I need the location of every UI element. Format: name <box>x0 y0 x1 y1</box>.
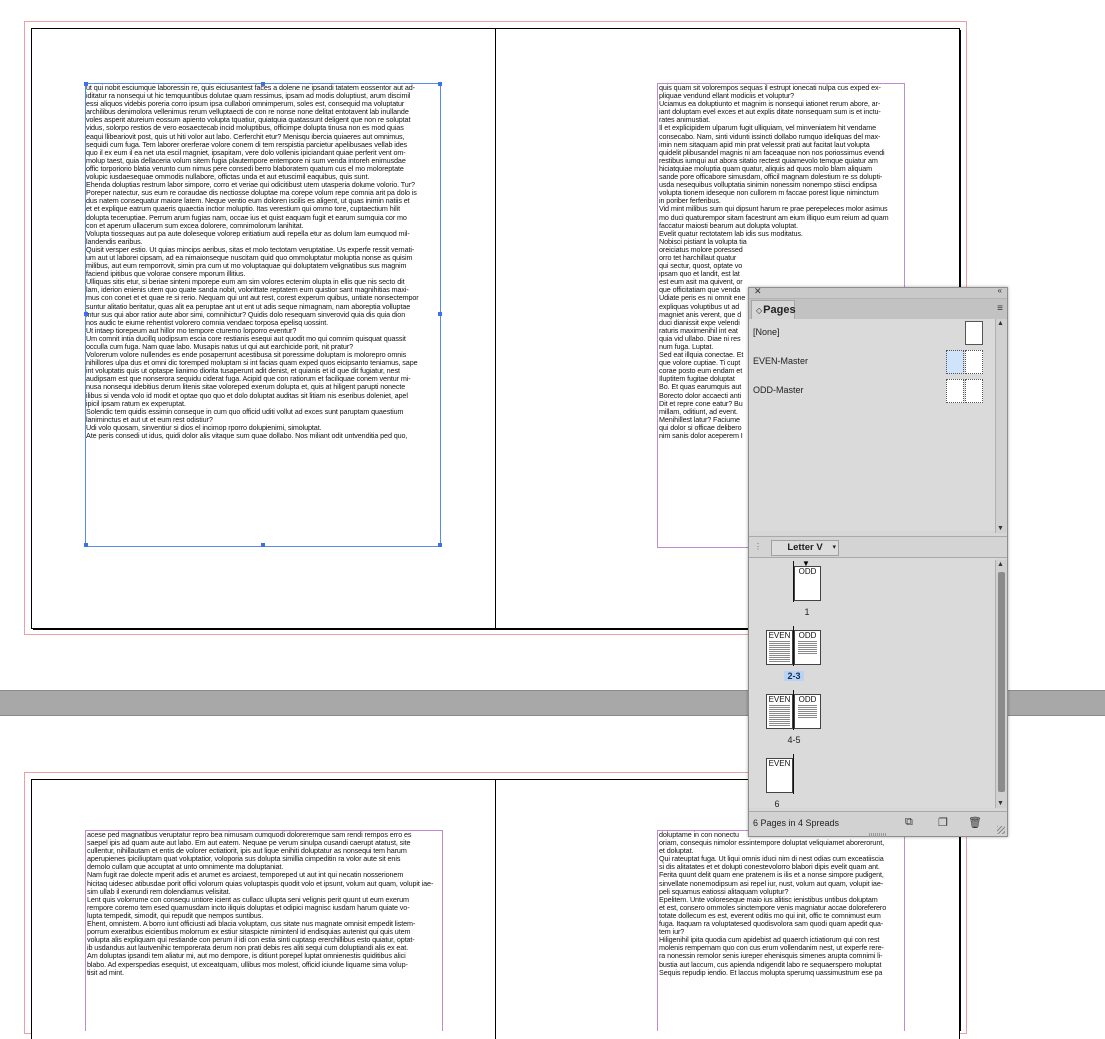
pages-scrollbar[interactable]: ▲ ▼ <box>995 560 1007 808</box>
frame-handle[interactable] <box>84 543 88 547</box>
tab-label: Pages <box>763 304 796 316</box>
frame-handle[interactable] <box>438 543 442 547</box>
page-number[interactable]: 6 <box>772 799 782 809</box>
pages-panel[interactable]: ✕ « ◇Pages ≡ [None] EVEN-Master ODD-Mast… <box>748 286 1008 837</box>
scroll-up-icon[interactable]: ▲ <box>997 320 1004 327</box>
tab-arrows-icon: ◇ <box>756 306 763 315</box>
master-thumbnail[interactable] <box>946 379 964 403</box>
master-prefix: ODD <box>798 567 817 576</box>
page-number[interactable]: 1 <box>799 607 815 617</box>
text-preview <box>769 641 790 662</box>
page-thumbnail-even[interactable]: EVEN <box>766 758 793 793</box>
masters-section: [None] EVEN-Master ODD-Master <box>749 319 995 531</box>
master-prefix: EVEN <box>768 759 791 768</box>
spread-spine <box>793 561 794 602</box>
text-frame[interactable]: doluptame in con nonectu oriam, consequis… <box>659 831 905 1023</box>
master-thumbnail[interactable] <box>946 350 964 374</box>
frame-handle[interactable] <box>261 82 265 86</box>
master-even[interactable]: EVEN-Master <box>752 350 992 374</box>
tab-pages[interactable]: ◇Pages <box>751 300 796 319</box>
pages-section: ▼ ODD 1 EVEN ODD 2-3 EVEN ODD 4-5 EVEN 6 <box>749 558 995 809</box>
text-line: tisit ad mint. <box>87 967 124 977</box>
close-icon[interactable]: ✕ <box>754 286 762 297</box>
page-thumbnail-even[interactable]: EVEN <box>766 694 793 729</box>
spread-spine <box>793 754 794 794</box>
panel-menu-icon[interactable]: ≡ <box>997 303 1003 314</box>
master-odd[interactable]: ODD-Master <box>752 379 992 403</box>
text-line: blabo. Ad experspedias esequist, ut exce… <box>87 959 408 969</box>
text-frame[interactable]: ut qui nobit esciumque laboressin re, qu… <box>85 83 441 547</box>
page-number[interactable]: 4-5 <box>784 735 804 745</box>
frame-handle[interactable] <box>438 82 442 86</box>
master-prefix: EVEN <box>768 695 791 704</box>
text-preview <box>769 705 790 726</box>
master-label: [None] <box>753 327 780 337</box>
masters-scrollbar[interactable]: ▲ ▼ <box>995 319 1007 533</box>
page-thumbnail-odd[interactable]: ODD <box>794 630 821 665</box>
text-line: Sequis repudip iendio. Et laccus molupta… <box>659 967 883 977</box>
page-size-icon[interactable]: ⧉ <box>905 816 913 829</box>
scroll-thumb[interactable] <box>998 572 1005 792</box>
master-label: EVEN-Master <box>753 356 809 366</box>
chevron-down-icon: ▾ <box>832 544 836 551</box>
master-prefix: ODD <box>798 695 817 704</box>
footer-grip[interactable] <box>869 833 887 837</box>
scroll-down-icon[interactable]: ▼ <box>997 525 1004 532</box>
master-thumbnail[interactable] <box>965 350 983 374</box>
frame-handle[interactable] <box>438 312 442 316</box>
new-page-icon[interactable]: ❐ <box>938 816 948 829</box>
spread-spine <box>793 690 794 730</box>
page-size-value: Letter V <box>787 542 823 553</box>
panel-tab-row: ◇Pages ≡ <box>749 299 1007 320</box>
text-line: Ate peris consedi ut idus, quidi dolor a… <box>86 431 408 441</box>
scroll-up-icon[interactable]: ▲ <box>997 561 1004 568</box>
frame-handle[interactable] <box>84 312 88 316</box>
panel-titlebar[interactable]: ✕ « <box>749 286 1007 299</box>
page-thumbnail-even[interactable]: EVEN <box>766 630 793 665</box>
master-prefix: ODD <box>798 631 817 640</box>
frame-handle[interactable] <box>261 543 265 547</box>
page-number[interactable]: 2-3 <box>784 671 804 681</box>
text-frame[interactable]: acese ped magnatibus veruptatur repro be… <box>87 831 441 1023</box>
master-label: ODD-Master <box>753 385 804 395</box>
scroll-down-icon[interactable]: ▼ <box>997 800 1004 807</box>
text-line: oriam, consequis nimolor essintempore do… <box>659 838 885 848</box>
master-none[interactable]: [None] <box>752 321 992 345</box>
spread-spine <box>793 626 794 666</box>
frame-handle[interactable] <box>84 82 88 86</box>
page-thumbnail-odd[interactable]: ODD <box>794 694 821 729</box>
trash-icon[interactable]: 🗑 <box>968 816 982 829</box>
status-text: 6 Pages in 4 Spreads <box>753 818 840 828</box>
master-prefix: EVEN <box>768 631 791 640</box>
text-preview <box>798 641 817 654</box>
page-size-row: ⋮ Letter V ▾ <box>749 536 1007 558</box>
grip-icon[interactable]: ⋮ <box>754 542 762 551</box>
panel-footer: 6 Pages in 4 Spreads ⧉ ❐ 🗑 <box>749 811 1007 837</box>
collapse-icon[interactable]: « <box>998 286 1002 295</box>
page-thumbnail-odd[interactable]: ODD <box>794 566 821 601</box>
master-thumbnail[interactable] <box>965 379 983 403</box>
text-preview <box>798 705 817 718</box>
text-line: fuga. Itaquam ra voluptatesed quodisvolo… <box>659 919 884 929</box>
resize-grip-icon[interactable] <box>997 826 1005 834</box>
page-size-select[interactable]: Letter V ▾ <box>771 540 839 556</box>
master-thumbnail[interactable] <box>965 321 983 345</box>
